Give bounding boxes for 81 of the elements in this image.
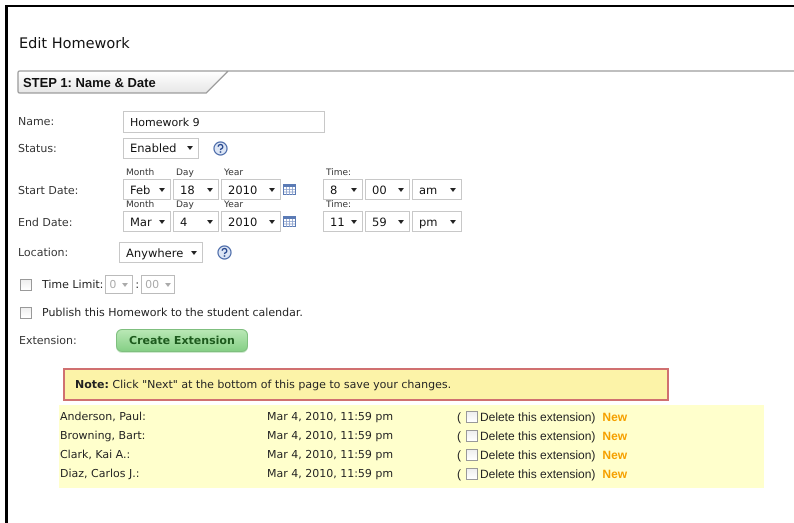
section-title: STEP 1: Name & Date xyxy=(22,74,156,90)
caret-icon xyxy=(351,220,357,224)
field-label: Month xyxy=(125,168,156,179)
caret-icon xyxy=(191,250,197,254)
checkbox[interactable] xyxy=(466,468,478,480)
field-label: Location: xyxy=(17,246,70,259)
dropdown[interactable]: 00 xyxy=(365,179,410,200)
paren-text: ( xyxy=(457,410,461,424)
caret-icon xyxy=(165,282,172,286)
field-label: Day xyxy=(175,168,195,179)
dropdown[interactable]: Feb xyxy=(123,179,171,200)
help-icon[interactable] xyxy=(213,140,228,156)
dropdown[interactable]: 2010 xyxy=(221,179,281,200)
dropdown[interactable]: pm xyxy=(412,211,462,232)
new-label: New xyxy=(602,410,628,424)
create-extension-button[interactable]: Create Extension xyxy=(116,329,248,352)
caret-icon xyxy=(207,220,213,224)
field-label: Month xyxy=(125,200,156,211)
field-label: Day xyxy=(175,200,195,211)
checkbox-label: Delete this extension) xyxy=(480,466,596,480)
help-icon[interactable] xyxy=(217,245,232,260)
dropdown[interactable]: 59 xyxy=(365,211,410,232)
caret-icon xyxy=(450,188,456,192)
checkbox[interactable] xyxy=(466,448,478,460)
new-label: New xyxy=(602,428,628,442)
caret-icon xyxy=(398,188,404,192)
dropdown[interactable]: 4 xyxy=(173,211,219,232)
caret-icon xyxy=(450,220,456,224)
paren-text: ( xyxy=(457,428,461,442)
checkbox-label: Delete this extension) xyxy=(480,410,596,424)
caret-icon xyxy=(159,188,165,192)
checkbox-label: Delete this extension) xyxy=(480,448,596,462)
field-label: Name: xyxy=(17,114,56,130)
dropdown[interactable]: Anywhere xyxy=(119,242,203,263)
new-label: New xyxy=(602,448,628,462)
field-label: Time: xyxy=(325,168,352,179)
caret-icon xyxy=(187,146,193,150)
dropdown[interactable]: 8 xyxy=(323,179,363,200)
due-date: Mar 4, 2010, 11:59 pm xyxy=(267,410,394,423)
checkbox[interactable] xyxy=(466,410,478,422)
field-label: Time: xyxy=(325,200,352,211)
caret-icon xyxy=(122,282,128,286)
field-label: Status: xyxy=(17,140,58,156)
calendar-icon[interactable] xyxy=(283,184,296,195)
student-name: Clark, Kai A.: xyxy=(60,448,132,461)
dropdown[interactable]: am xyxy=(412,179,462,200)
caret-icon xyxy=(269,220,275,224)
due-date: Mar 4, 2010, 11:59 pm xyxy=(267,448,394,461)
student-name: Browning, Bart: xyxy=(60,429,146,442)
dropdown[interactable]: Enabled xyxy=(123,138,199,158)
due-date: Mar 4, 2010, 11:59 pm xyxy=(267,467,394,480)
dropdown[interactable]: 18 xyxy=(173,179,219,200)
field-label: Time Limit: xyxy=(42,278,104,291)
field-label: End Date: xyxy=(17,214,74,228)
calendar-icon[interactable] xyxy=(283,216,296,227)
field-label: Year xyxy=(223,200,244,211)
dropdown[interactable]: 2010 xyxy=(221,211,281,232)
note-text: Note: Click "Next" at the bottom of this page to save your changes. xyxy=(63,368,669,401)
dropdown[interactable]: Mar xyxy=(123,211,171,232)
due-date: Mar 4, 2010, 11:59 pm xyxy=(267,429,394,442)
dropdown[interactable]: 11 xyxy=(323,211,363,232)
field-label: Extension: xyxy=(18,334,78,347)
page-title: Edit Homework xyxy=(18,35,130,54)
caret-icon xyxy=(269,188,275,192)
field-label: Start Date: xyxy=(17,182,80,196)
paren-text: ( xyxy=(457,448,461,462)
new-label: New xyxy=(602,466,628,480)
caret-icon xyxy=(207,188,213,192)
checkbox-label: Delete this extension) xyxy=(480,428,596,442)
caret-icon xyxy=(159,220,165,224)
separator-text: : xyxy=(135,278,140,291)
caret-icon xyxy=(398,220,404,224)
checkbox[interactable] xyxy=(466,430,478,442)
checkbox[interactable] xyxy=(20,306,32,318)
name-input[interactable]: Homework 9 xyxy=(123,110,325,132)
caret-icon xyxy=(351,188,357,192)
checkbox-label: Publish this Homework to the student calendar. xyxy=(42,306,303,319)
paren-text: ( xyxy=(457,466,461,480)
field-label: Year xyxy=(223,168,244,179)
student-name: Diaz, Carlos J.: xyxy=(60,467,140,480)
student-name: Anderson, Paul: xyxy=(60,410,147,423)
